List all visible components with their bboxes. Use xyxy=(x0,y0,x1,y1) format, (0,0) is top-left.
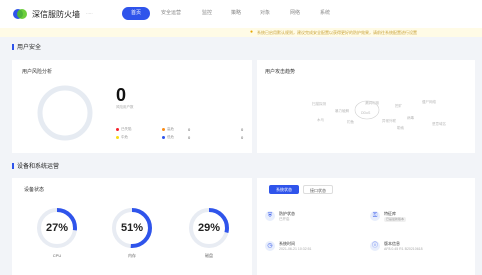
legend-dot-icon xyxy=(162,136,165,139)
legend-value: 0 xyxy=(188,135,191,140)
legend-dot-icon xyxy=(162,128,165,131)
nav-tab-4[interactable]: 对象 xyxy=(250,7,280,20)
risk-user-count-label: 风险用户数 xyxy=(116,105,134,109)
shield-icon: ⛨ xyxy=(265,211,275,221)
risk-legend-item: 低危 xyxy=(162,135,174,140)
risk-user-count: 0 xyxy=(116,85,127,105)
status-item-value: 2021-06-21 10:32:51 xyxy=(279,247,312,251)
warning-icon: ● xyxy=(250,29,254,35)
main-nav: 首页 安全运营 监控 策略 对象 网络 系统 xyxy=(122,7,340,20)
gauge-name: CPU xyxy=(52,253,62,258)
legend-label: 中危 xyxy=(121,135,128,139)
status-item-value: 已开启 xyxy=(279,217,290,221)
word-cloud-term: 扫描探测 xyxy=(312,102,326,106)
section-title-device-status: 设备和系统运营 xyxy=(12,161,59,170)
trend-card-title: 用户攻击趋势 xyxy=(265,69,296,75)
lock-icon: ⚿ xyxy=(370,211,380,221)
clock-icon: ◷ xyxy=(265,241,275,251)
nav-tab-0[interactable]: 首页 xyxy=(122,7,150,20)
gauge-name: 磁盘 xyxy=(205,253,213,258)
word-cloud-term: 异常外联 xyxy=(382,119,396,123)
gauge-percent: 27% xyxy=(45,222,69,234)
status-item-badge: 已是最新版本 xyxy=(384,217,407,222)
info-icon: ⓘ xyxy=(370,241,380,251)
legend-value: 0 xyxy=(188,127,191,132)
brand-name: 深信服防火墙 xyxy=(32,10,80,19)
word-cloud-term: 病毒 xyxy=(407,116,414,120)
device-status-card: 设备状态 27% CPU 51% 内存 29% 磁盘 xyxy=(12,178,252,275)
attack-trend-card: 用户攻击趋势 扫描探测 暴力破解 漏洞利用 挖矿 僵尸网络 木马 钓鱼 异常外联 病毒 恶意域名 D… xyxy=(257,60,475,153)
status-item-value: AF8.0.45 R1 B20210618 xyxy=(384,247,423,251)
top-navigation-bar: 深信服防火墙 ····· 首页 安全运营 监控 策略 对象 网络 系统 xyxy=(0,0,482,28)
risk-legend-item: 中危 xyxy=(116,135,128,140)
legend-label: 低危 xyxy=(167,135,174,139)
device-card-title: 设备状态 xyxy=(24,187,45,193)
gauge-name: 内存 xyxy=(128,253,136,258)
tab-system-status[interactable]: 系统状态 xyxy=(269,185,299,194)
risk-legend-item: 高危 xyxy=(162,127,174,132)
legend-value: 0 xyxy=(241,127,244,132)
word-cloud-term: 木马 xyxy=(317,118,324,122)
gauge-percent: 51% xyxy=(120,222,144,234)
nav-tab-2[interactable]: 监控 xyxy=(192,7,222,20)
word-cloud-highlight xyxy=(354,100,380,120)
nav-tab-5[interactable]: 网络 xyxy=(280,7,310,20)
risk-card-title: 用户风险分析 xyxy=(22,69,53,75)
section-title-user-security: 用户安全 xyxy=(12,42,41,51)
word-cloud-term: 挖矿 xyxy=(395,104,402,108)
notice-bar: ● 系统已启用默认规则，建议完成安全配置以获得更好的防护效果，请前往系统配置进行… xyxy=(0,28,482,37)
notice-text: 系统已启用默认规则，建议完成安全配置以获得更好的防护效果，请前往系统配置进行设置 xyxy=(257,29,417,35)
legend-value: 0 xyxy=(241,135,244,140)
nav-tab-1[interactable]: 安全运营 xyxy=(150,7,192,20)
legend-dot-icon xyxy=(116,136,119,139)
word-cloud-term: 暴力破解 xyxy=(335,109,349,113)
tab-interface-status[interactable]: 接口状态 xyxy=(303,185,333,194)
brand-subtitle: ····· xyxy=(86,11,93,16)
gauge-percent: 29% xyxy=(197,222,221,234)
risk-donut-chart xyxy=(37,85,93,141)
system-status-card: 系统状态 接口状态 ⛨ 防护状态 已开启 ⚿ 特征库 已是最新版本 ◷ 系统时间 2021-06-… xyxy=(257,178,475,275)
word-cloud-term: 勒索 xyxy=(397,126,404,130)
legend-label: 高危 xyxy=(167,127,174,131)
risk-legend-item: 已失陷 xyxy=(116,127,132,132)
nav-tab-3[interactable]: 策略 xyxy=(222,7,250,20)
nav-tab-6[interactable]: 系统 xyxy=(310,7,340,20)
legend-dot-icon xyxy=(116,128,119,131)
word-cloud-term: 僵尸网络 xyxy=(422,100,436,104)
legend-label: 已失陷 xyxy=(121,127,132,131)
word-cloud-term: 恶意域名 xyxy=(432,122,446,126)
risk-analysis-card: 用户风险分析 0 风险用户数 已失陷 0 高危 0 中危 0 低危 0 xyxy=(12,60,252,153)
logo-icon xyxy=(13,9,27,19)
